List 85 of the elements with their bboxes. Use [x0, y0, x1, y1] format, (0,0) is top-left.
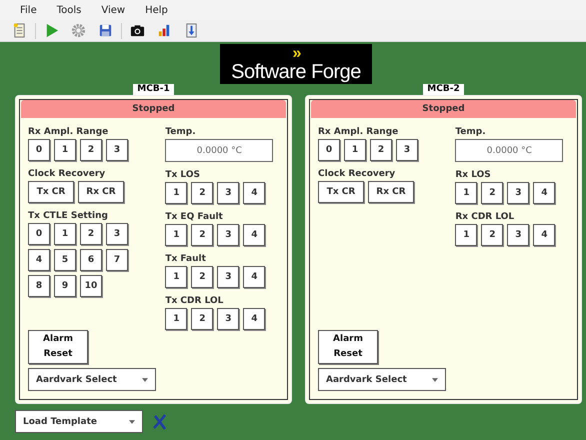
toggle-button[interactable]: 3: [396, 139, 418, 161]
toggle-button[interactable]: 4: [243, 266, 266, 288]
toggle-button[interactable]: 1: [54, 223, 76, 245]
toggle-button[interactable]: Tx CR: [28, 181, 74, 203]
toggle-button[interactable]: 1: [165, 224, 188, 246]
toggle-button[interactable]: 3: [507, 224, 530, 246]
toggle-button[interactable]: 3: [217, 266, 240, 288]
panel-title: MCB-2: [423, 84, 464, 95]
toggle-button[interactable]: 0: [318, 139, 340, 161]
dropdown[interactable]: Aardvark Select: [28, 368, 156, 391]
toggle-button[interactable]: 2: [191, 308, 214, 330]
group-label: Temp.: [455, 126, 487, 138]
temperature-field: 0.0000 °C: [455, 139, 564, 162]
toggle-button[interactable]: 7: [106, 249, 128, 271]
group-label: Rx Ampl. Range: [318, 126, 400, 138]
toggle-button[interactable]: Rx CR: [78, 181, 124, 203]
toggle-button[interactable]: 1: [344, 139, 366, 161]
toggle-button[interactable]: Rx CR: [368, 181, 414, 203]
save-icon[interactable]: [98, 23, 113, 38]
group-label: Temp.: [165, 126, 197, 138]
toggle-button[interactable]: 1: [165, 266, 188, 288]
group-label: Clock Recovery: [28, 168, 106, 180]
caret-icon: [432, 378, 438, 382]
dropdown[interactable]: Load Template: [15, 410, 143, 433]
toggle-button[interactable]: 2: [191, 266, 214, 288]
toggle-button[interactable]: 3: [217, 224, 240, 246]
toggle-button[interactable]: 2: [370, 139, 392, 161]
temperature-field: 0.0000 °C: [165, 139, 274, 162]
toggle-button[interactable]: 1: [455, 182, 478, 204]
toggle-button[interactable]: 2: [481, 182, 504, 204]
panel-title: MCB-1: [133, 84, 174, 95]
caret-icon: [142, 378, 148, 382]
toggle-button[interactable]: 5: [54, 249, 76, 271]
play-icon[interactable]: [44, 23, 59, 38]
toggle-button[interactable]: 1: [165, 308, 188, 330]
toggle-button[interactable]: 4: [533, 182, 556, 204]
menu-item[interactable]: Help: [137, 4, 176, 16]
status-bar: Stopped: [311, 100, 576, 118]
toggle-button[interactable]: 4: [243, 224, 266, 246]
toggle-button[interactable]: 1: [455, 224, 478, 246]
group-label: Tx EQ Fault: [165, 211, 224, 223]
toggle-button[interactable]: 4: [28, 249, 50, 271]
group-label: Tx Fault: [165, 253, 207, 265]
menu-item[interactable]: File: [12, 4, 45, 16]
group-label: Rx CDR LOL: [455, 211, 516, 223]
toggle-button[interactable]: 10: [80, 275, 102, 297]
toggle-button[interactable]: 2: [80, 139, 102, 161]
toggle-button[interactable]: 0: [28, 139, 50, 161]
toggle-button[interactable]: 1: [54, 139, 76, 161]
toggle-button[interactable]: 3: [106, 223, 128, 245]
menu-item[interactable]: View: [93, 4, 134, 16]
toggle-button[interactable]: 9: [54, 275, 76, 297]
status-bar: Stopped: [21, 100, 286, 118]
group-label: Rx LOS: [455, 169, 492, 181]
group-label: Tx CTLE Setting: [28, 210, 109, 222]
toggle-button[interactable]: 6: [80, 249, 102, 271]
toggle-button[interactable]: 2: [191, 224, 214, 246]
camera-icon[interactable]: [130, 23, 145, 38]
toggle-button[interactable]: 4: [533, 224, 556, 246]
logo: » Software Forge: [220, 44, 372, 84]
menu-item[interactable]: Tools: [48, 4, 90, 16]
alarm-reset-button[interactable]: Alarm Reset: [318, 330, 378, 364]
document-icon[interactable]: [12, 23, 27, 38]
caret-icon: [129, 420, 135, 424]
toggle-button[interactable]: 2: [80, 223, 102, 245]
toggle-button[interactable]: 4: [243, 308, 266, 330]
toggle-button[interactable]: 3: [217, 308, 240, 330]
toggle-button[interactable]: 3: [507, 182, 530, 204]
group-label: Rx Ampl. Range: [28, 126, 110, 138]
toggle-button[interactable]: Tx CR: [318, 181, 364, 203]
bar-chart-icon[interactable]: [157, 23, 172, 38]
dropdown[interactable]: Aardvark Select: [318, 368, 446, 391]
toggle-button[interactable]: 4: [243, 182, 266, 204]
download-icon[interactable]: [184, 23, 199, 38]
toggle-button[interactable]: 0: [28, 223, 50, 245]
toggle-button[interactable]: 3: [106, 139, 128, 161]
group-label: Tx CDR LOL: [165, 295, 224, 307]
toggle-button[interactable]: 1: [165, 182, 188, 204]
alarm-reset-button[interactable]: Alarm Reset: [28, 330, 88, 364]
group-label: Clock Recovery: [318, 168, 396, 180]
group-label: Tx LOS: [165, 169, 201, 181]
toggle-button[interactable]: 8: [28, 275, 50, 297]
toggle-button[interactable]: 2: [481, 224, 504, 246]
toggle-button[interactable]: 2: [191, 182, 214, 204]
toggle-button[interactable]: 3: [217, 182, 240, 204]
